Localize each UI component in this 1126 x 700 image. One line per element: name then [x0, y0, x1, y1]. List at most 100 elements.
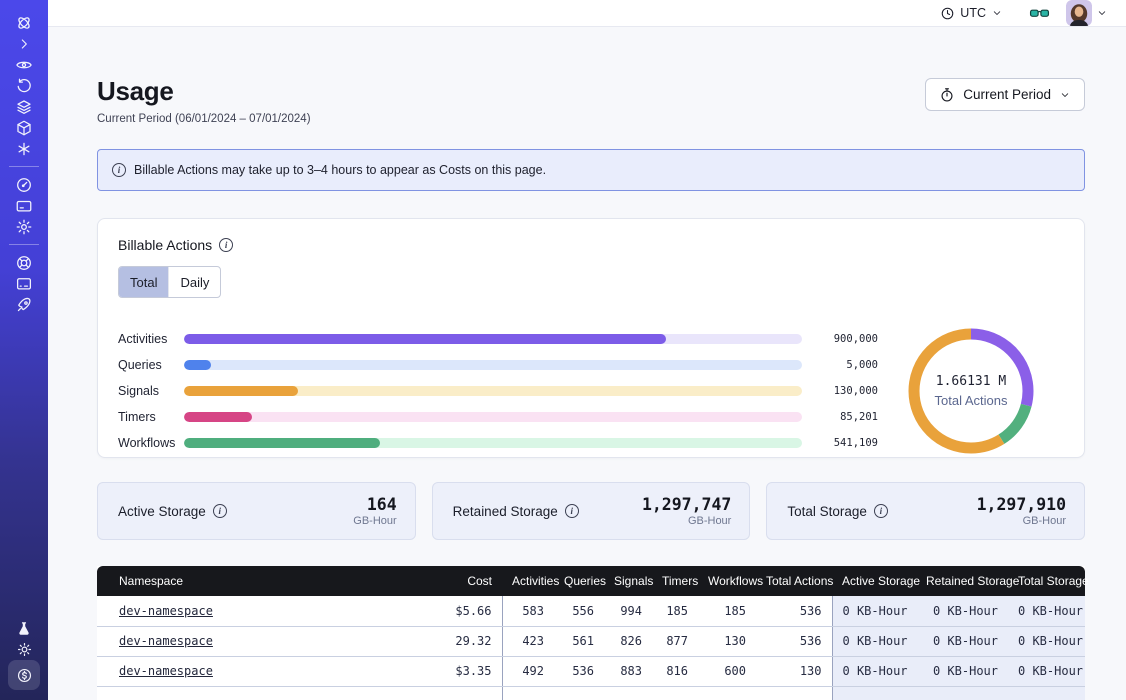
terminal-icon[interactable] — [9, 273, 39, 294]
asterisk-icon[interactable] — [9, 138, 39, 159]
cell-empty — [756, 686, 832, 700]
table-row: dev-namespace$3.354925368838166001300 KB… — [97, 656, 1085, 686]
namespace-link[interactable]: dev-namespace — [119, 634, 213, 648]
billable-actions-title: Billable Actions — [118, 237, 212, 253]
gear-icon[interactable] — [9, 216, 39, 237]
col-header-signals: Signals — [604, 566, 652, 596]
bar-label: Signals — [118, 384, 184, 398]
tab-daily[interactable]: Daily — [168, 267, 220, 297]
eye-icon[interactable] — [9, 54, 39, 75]
billable-actions-card: Billable Actions i TotalDaily Activities… — [97, 218, 1085, 458]
cell-timers: 877 — [652, 626, 698, 656]
namespace-link[interactable]: dev-namespace — [119, 664, 213, 678]
chevron-down-icon — [1059, 89, 1071, 101]
cell-timers: 816 — [652, 656, 698, 686]
temporal-logo-icon[interactable] — [9, 12, 39, 33]
bar-value: 900,000 — [816, 333, 878, 345]
table-row: dev-namespace$5.665835569941851855360 KB… — [97, 596, 1085, 626]
account-menu[interactable] — [1066, 0, 1108, 26]
bar-row-queries: Queries 5,000 — [118, 357, 878, 373]
cell-workflows: 185 — [698, 596, 756, 626]
bar-track — [184, 334, 802, 344]
storage-cards-row: Active Storage i164GB-HourRetained Stora… — [97, 482, 1085, 540]
sidebar-divider — [9, 166, 39, 167]
period-dropdown-label: Current Period — [963, 87, 1051, 102]
timezone-selector[interactable]: UTC — [940, 6, 1003, 21]
main-area: UTC Usage Current Period (06/01/2024 – 0… — [48, 0, 1126, 700]
bar-track — [184, 412, 802, 422]
col-header-timers: Timers — [652, 566, 698, 596]
layers-icon[interactable] — [9, 96, 39, 117]
flask-icon[interactable] — [9, 618, 39, 639]
cell-active-storage: 0 KB-Hour — [832, 596, 916, 626]
rocket-icon[interactable] — [9, 294, 39, 315]
cell-queries: 561 — [554, 626, 604, 656]
bar-track — [184, 386, 802, 396]
cell-total-storage: 0 KB-Hour — [1008, 656, 1085, 686]
chevron-down-icon — [991, 7, 1003, 19]
cell-empty — [698, 686, 756, 700]
cell-namespace[interactable]: dev-namespace — [97, 626, 397, 656]
cell-total-actions: 536 — [756, 596, 832, 626]
dollar-coin-icon[interactable] — [8, 660, 40, 690]
gauge-icon[interactable] — [9, 174, 39, 195]
bar-row-signals: Signals 130,000 — [118, 383, 878, 399]
active-storage-card: Active Storage i164GB-Hour — [97, 482, 416, 540]
namespace-link[interactable]: dev-namespace — [119, 604, 213, 618]
cell-activities: 423 — [502, 626, 554, 656]
table-row-partial — [97, 686, 1085, 700]
tab-total[interactable]: Total — [119, 267, 168, 297]
cell-empty — [397, 686, 502, 700]
info-icon[interactable]: i — [874, 504, 888, 518]
bar-value: 130,000 — [816, 385, 878, 397]
credit-card-icon[interactable] — [9, 195, 39, 216]
cube-icon[interactable] — [9, 117, 39, 138]
avatar[interactable] — [1066, 0, 1092, 26]
stat-unit: GB-Hour — [977, 515, 1066, 527]
info-icon: i — [112, 163, 126, 177]
cell-cost: 29.32 — [397, 626, 502, 656]
col-header-cost: Cost — [397, 566, 502, 596]
bar-track — [184, 360, 802, 370]
timezone-label: UTC — [960, 6, 986, 20]
cell-signals: 883 — [604, 656, 652, 686]
cell-namespace[interactable]: dev-namespace — [97, 656, 397, 686]
stopwatch-icon — [939, 87, 955, 103]
bar-label: Queries — [118, 358, 184, 372]
chevron-down-icon — [1096, 7, 1108, 19]
expand-chevron-icon[interactable] — [9, 33, 39, 54]
period-dropdown-button[interactable]: Current Period — [925, 78, 1085, 111]
stat-unit: GB-Hour — [353, 515, 396, 527]
info-banner: i Billable Actions may take up to 3–4 ho… — [97, 149, 1085, 191]
col-header-total-storage: Total Storage — [1008, 566, 1085, 596]
col-header-workflows: Workflows — [698, 566, 756, 596]
info-icon[interactable]: i — [565, 504, 579, 518]
stat-value: 1,297,910 — [977, 495, 1066, 514]
namespace-usage-table: NamespaceCostActivitiesQueriesSignalsTim… — [97, 566, 1085, 700]
info-icon[interactable]: i — [219, 238, 233, 252]
stat-value: 1,297,747 — [642, 495, 731, 514]
cell-empty — [1008, 686, 1085, 700]
col-header-total-actions: Total Actions — [756, 566, 832, 596]
cell-namespace[interactable]: dev-namespace — [97, 596, 397, 626]
donut-center-label: Total Actions — [935, 393, 1008, 408]
cell-empty — [97, 686, 397, 700]
glasses-icon[interactable] — [1029, 3, 1050, 24]
cell-retained-storage: 0 KB-Hour — [916, 596, 1008, 626]
bar-fill — [184, 360, 211, 370]
lifebuoy-icon[interactable] — [9, 252, 39, 273]
stat-label: Active Storage i — [118, 504, 227, 519]
sun-icon[interactable] — [9, 639, 39, 660]
total-storage-card: Total Storage i 1,297,910GB-Hour — [766, 482, 1085, 540]
col-header-namespace: Namespace — [97, 566, 397, 596]
info-icon[interactable]: i — [213, 504, 227, 518]
total-actions-donut: 1.66131 M Total Actions — [878, 321, 1064, 461]
cell-retained-storage: 0 KB-Hour — [916, 626, 1008, 656]
stat-label: Total Storage i — [787, 504, 888, 519]
bar-value: 5,000 — [816, 359, 878, 371]
history-icon[interactable] — [9, 75, 39, 96]
cell-total-storage: 0 KB-Hour — [1008, 596, 1085, 626]
bar-label: Workflows — [118, 436, 184, 450]
cell-activities: 583 — [502, 596, 554, 626]
col-header-retained-storage: Retained Storage — [916, 566, 1008, 596]
